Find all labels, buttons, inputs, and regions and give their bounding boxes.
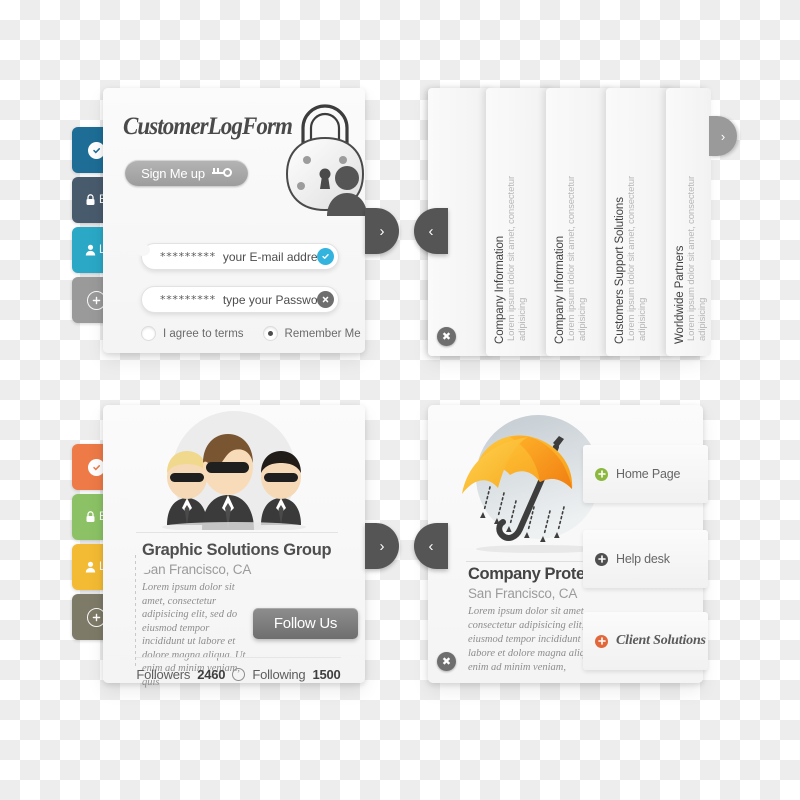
vertical-card-1[interactable]: Company Information Lorem ipsum dolor si… (486, 88, 580, 356)
three-businessmen-icon (162, 411, 306, 530)
profile-location: San Francisco, CA (142, 562, 252, 577)
close-icon: ✖ (441, 655, 452, 668)
close-icon: ✖ (441, 330, 452, 343)
vertical-card-4-handle[interactable]: › (709, 116, 737, 156)
vertical-card-3-title: Customers Support Solutions (614, 197, 626, 344)
vertical-card-4-title: Worldwide Partners (674, 245, 686, 344)
person-icon (82, 242, 99, 259)
followers-count: 2460 (197, 667, 226, 682)
chevron-right-icon: › (720, 128, 726, 144)
lock-icon (82, 192, 99, 209)
profile-card: Graphic Solutions Group San Francisco, C… (103, 405, 399, 688)
vertical-card-3-subtitle: Lorem ipsum dolor sit amet, consectetur … (626, 175, 648, 341)
lock-icon (82, 509, 99, 526)
followers-label: Followers (136, 667, 191, 682)
vertical-tabs-panel: ‹ ✖ Company Information Lorem ipsum dolo… (414, 88, 737, 356)
page-title: CustomerLogForm (123, 113, 293, 140)
chevron-right-icon: › (379, 537, 385, 555)
close-circle-icon[interactable] (317, 291, 334, 308)
following-label: Following (252, 667, 306, 682)
next-arrow-handle[interactable]: › (365, 208, 399, 254)
prev-arrow-handle[interactable]: ‹ (414, 523, 448, 569)
check-circle-icon[interactable] (317, 248, 334, 265)
profile-name: Graphic Solutions Group (142, 541, 332, 559)
next-arrow-handle[interactable]: › (365, 523, 399, 569)
vertical-card-4-subtitle: Lorem ipsum dolor sit amet, consectetur … (686, 175, 708, 341)
vertical-card-1-title: Company Information (494, 235, 506, 344)
email-placeholder-label: your E-mail address (222, 249, 330, 264)
vertical-card-4-text: Worldwide Partners Lorem ipsum dolor sit… (674, 134, 708, 344)
login-card: CustomerLogForm Sign Me up ********* you… (103, 88, 399, 353)
nav-item-client-solutions-label: Client Solutions (616, 633, 706, 648)
vertical-card-1-text: Company Information Lorem ipsum dolor si… (494, 134, 528, 344)
options-row: I agree to terms Remember Me (141, 326, 361, 341)
plus-circle-icon (595, 552, 608, 566)
plus-circle-icon (595, 634, 608, 648)
prev-arrow-handle[interactable]: ‹ (414, 208, 448, 254)
protection-location: San Francisco, CA (468, 586, 578, 601)
vertical-card-2[interactable]: Company Information Lorem ipsum dolor si… (546, 88, 640, 356)
person-icon (82, 559, 99, 576)
check-circle-icon (87, 141, 105, 159)
vertical-card-2-subtitle: Lorem ipsum dolor sit amet, consectetur … (566, 175, 588, 341)
vertical-card-4[interactable]: Worldwide Partners Lorem ipsum dolor sit… (666, 88, 737, 356)
follow-us-label: Follow Us (273, 615, 338, 632)
chevron-left-icon: ‹ (428, 222, 434, 240)
vertical-card-2-text: Company Information Lorem ipsum dolor si… (554, 134, 588, 344)
sign-me-up-button[interactable]: Sign Me up (125, 160, 248, 186)
divider (136, 532, 338, 533)
nav-item-help-desk-label: Help desk (616, 552, 670, 566)
chevron-left-icon: ‹ (428, 537, 434, 555)
chevron-right-icon: › (379, 222, 385, 240)
nav-item-home-page-label: Home Page (616, 467, 681, 481)
agree-to-terms-radio[interactable] (141, 326, 156, 341)
email-field[interactable]: ********* your E-mail address (141, 243, 339, 270)
remember-me-label: Remember Me (284, 327, 361, 340)
nav-item-home-page[interactable]: Home Page (583, 445, 708, 503)
nav-item-client-solutions[interactable]: Client Solutions (583, 612, 708, 670)
nav-item-help-desk[interactable]: Help desk (583, 530, 708, 588)
email-masked-value: ********* (160, 250, 216, 263)
agree-to-terms-label: I agree to terms (163, 327, 244, 340)
separator-dot-icon (232, 668, 246, 681)
sign-me-up-label: Sign Me up (141, 165, 205, 181)
close-button[interactable]: ✖ (437, 652, 456, 671)
padlock-user-icon (285, 104, 367, 216)
dashed-divider (135, 555, 136, 667)
password-field[interactable]: ********* type your Password (141, 286, 339, 313)
vertical-card-3-text: Customers Support Solutions Lorem ipsum … (614, 134, 648, 344)
vertical-card-3[interactable]: Customers Support Solutions Lorem ipsum … (606, 88, 700, 356)
vertical-card-1-subtitle: Lorem ipsum dolor sit amet, consectetur … (506, 175, 528, 341)
canvas: ‹ ✖ Company Information Lorem ipsum dolo… (0, 0, 800, 800)
key-icon (211, 168, 232, 178)
password-placeholder-label: type your Password (222, 292, 329, 307)
following-count: 1500 (312, 667, 341, 682)
protection-card: Company Protection Plan San Francisco, C… (414, 405, 708, 683)
follow-us-button[interactable]: Follow Us (253, 608, 358, 639)
check-circle-icon (87, 458, 105, 476)
remember-me-radio[interactable] (262, 326, 278, 341)
vertical-card-2-title: Company Information (554, 235, 566, 344)
password-masked-value: ********* (160, 293, 216, 306)
close-button[interactable]: ✖ (437, 327, 456, 346)
stats-bar: Followers 2460 Following 1500 (136, 657, 341, 682)
plus-circle-icon (595, 467, 608, 481)
